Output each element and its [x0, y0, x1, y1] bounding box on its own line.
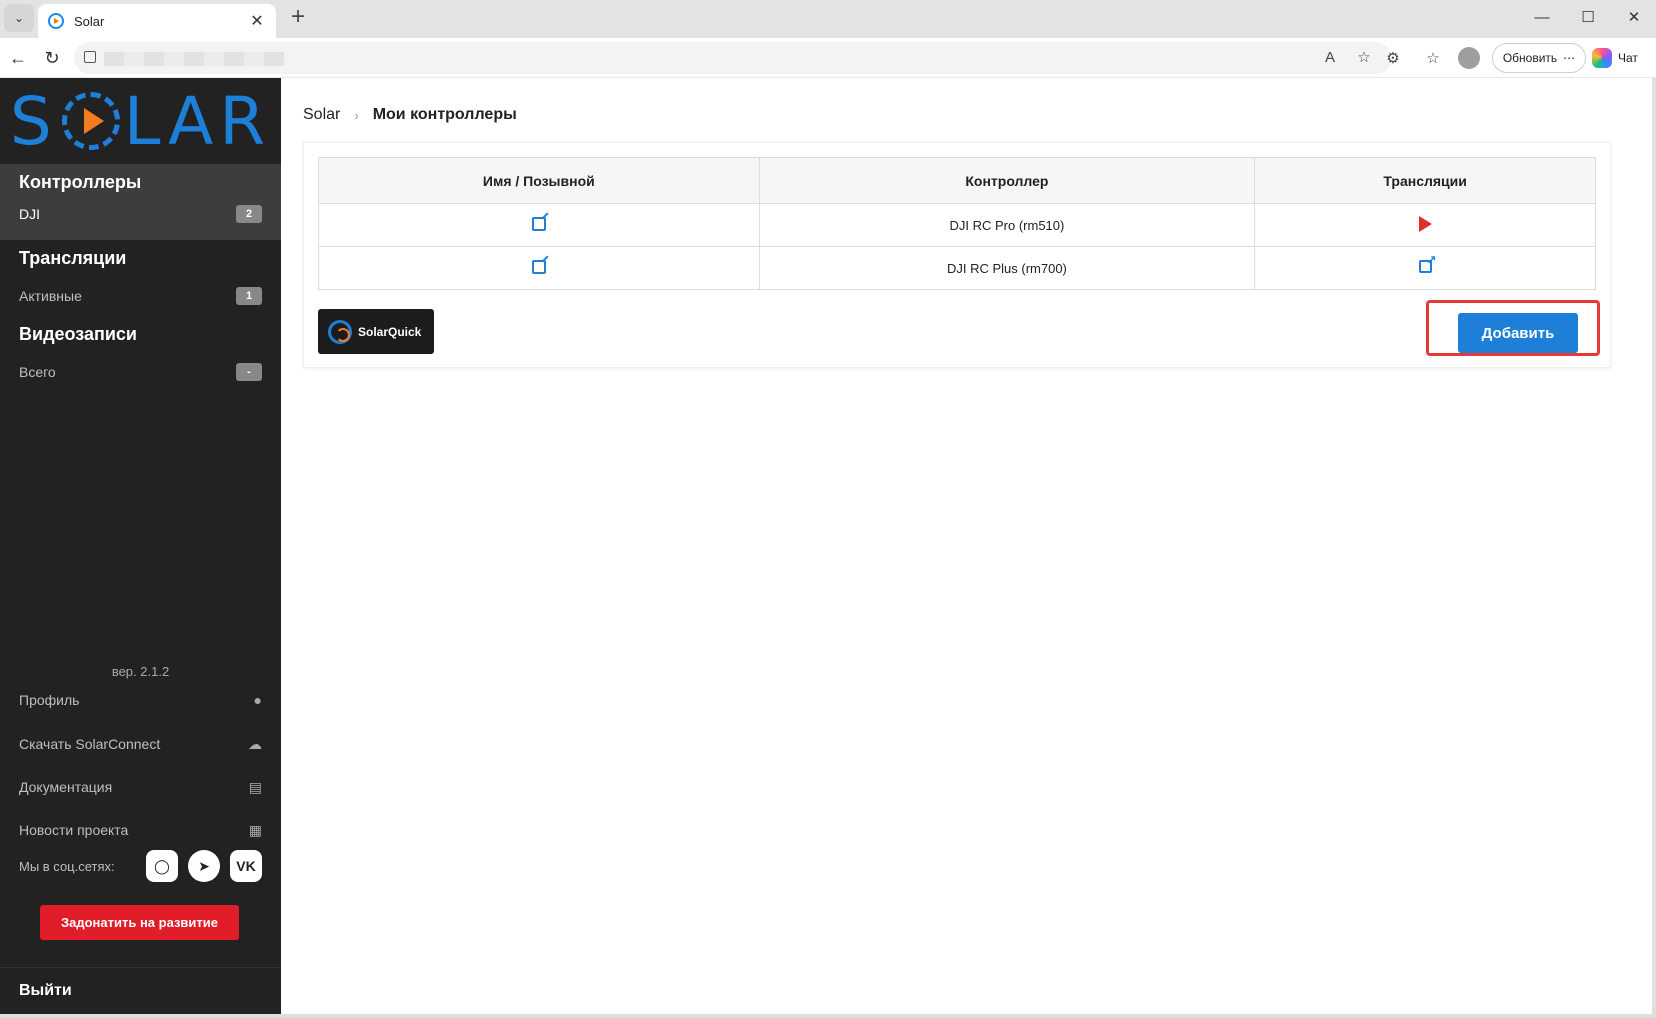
download-label: Скачать SolarConnect	[19, 736, 161, 752]
nav-heading-controllers[interactable]: Контроллеры	[0, 164, 281, 198]
table-cell-streams	[1254, 203, 1596, 247]
solar-logo[interactable]: S LAR	[0, 78, 281, 164]
table-cell-name	[318, 246, 760, 290]
sidebar-item-dji[interactable]: DJI 2	[0, 198, 281, 230]
docs-label: Документация	[19, 779, 113, 795]
sidebar-link-news[interactable]: Новости проекта ▦	[0, 820, 281, 840]
copilot-chat-button[interactable]: Чат	[1592, 43, 1652, 73]
table-cell-controller: DJI RC Pro (rm510)	[758, 203, 1256, 247]
tab-list-button[interactable]: ⌄	[4, 4, 34, 32]
column-header-streams: Трансляции	[1254, 157, 1596, 204]
read-aloud-icon[interactable]: A	[1320, 48, 1340, 68]
close-tab-icon[interactable]: ✕	[248, 11, 266, 31]
news-label: Новости проекта	[19, 822, 129, 838]
logo-play-icon	[61, 92, 120, 150]
count-badge: 1	[236, 287, 262, 305]
breadcrumb-root[interactable]: Solar	[303, 106, 340, 124]
column-header-controller: Контроллер	[758, 157, 1256, 204]
max-messenger-icon[interactable]: ◯	[146, 850, 178, 882]
external-link-icon[interactable]	[1418, 253, 1437, 273]
sidebar-item-label: Активные	[19, 288, 82, 304]
solarquick-label: SolarQuick	[358, 324, 422, 339]
sidebar-link-download[interactable]: Скачать SolarConnect ☁	[0, 734, 281, 754]
controllers-card: Имя / Позывной Контроллер Трансляции DJI…	[303, 142, 1611, 368]
breadcrumb: Solar › Мои контроллеры	[303, 106, 517, 124]
solarquick-button[interactable]: SolarQuick	[318, 309, 434, 354]
solar-favicon-icon	[48, 13, 64, 29]
update-button[interactable]: Обновить ⋯	[1492, 43, 1586, 73]
solarquick-logo-icon	[328, 319, 352, 344]
table-row: DJI RC Pro (rm510)	[318, 203, 1596, 247]
browser-tabstrip: ⌄ Solar ✕ + — ☐ ✕	[0, 0, 1656, 38]
nav-heading-recordings[interactable]: Видеозаписи	[0, 316, 281, 356]
back-arrow-icon[interactable]: ←	[4, 44, 32, 72]
favorites-list-icon[interactable]: ☆	[1422, 48, 1444, 70]
copilot-icon	[1592, 48, 1612, 68]
maximize-button[interactable]: ☐	[1570, 6, 1606, 30]
browser-toolbar: ← ↻ A ☆ ⚙ ☆ Обновить ⋯ Чат	[0, 38, 1656, 78]
count-badge: -	[236, 363, 262, 381]
sidebar-item-active[interactable]: Активные 1	[0, 280, 281, 312]
minimize-button[interactable]: —	[1524, 6, 1560, 30]
breadcrumb-current: Мои контроллеры	[372, 106, 517, 123]
nav-section-recordings: Видеозаписи Всего -	[0, 316, 281, 392]
column-header-name: Имя / Позывной	[318, 157, 760, 204]
divider	[0, 967, 281, 968]
logo-letters-lar: LAR	[123, 82, 272, 160]
chevron-down-icon: ⌄	[13, 11, 25, 25]
newspaper-icon: ▦	[248, 821, 262, 838]
count-badge: 2	[236, 205, 262, 223]
chevron-right-icon: ›	[354, 107, 359, 123]
sidebar: S LAR Контроллеры DJI 2 Трансляции Актив…	[0, 78, 281, 1014]
nav-heading-streams[interactable]: Трансляции	[0, 240, 281, 280]
url-text-blurred	[104, 52, 284, 66]
sidebar-item-label: DJI	[19, 206, 40, 222]
donate-button[interactable]: Задонатить на развитие	[40, 905, 239, 940]
new-tab-button[interactable]: +	[286, 5, 310, 30]
browser-tab[interactable]: Solar ✕	[38, 4, 276, 38]
profile-label: Профиль	[19, 692, 80, 708]
app-version: вер. 2.1.2	[111, 664, 170, 679]
tab-title: Solar	[74, 13, 105, 29]
logout-link[interactable]: Выйти	[19, 982, 72, 1000]
lock-icon	[84, 51, 96, 63]
add-controller-button[interactable]: Добавить	[1458, 313, 1578, 353]
sidebar-item-all[interactable]: Всего -	[0, 356, 281, 388]
social-label: Мы в соц.сетях:	[19, 858, 115, 874]
sidebar-link-profile[interactable]: Профиль ●	[0, 690, 281, 710]
telegram-icon[interactable]: ➤	[188, 850, 220, 882]
profile-avatar-icon[interactable]	[1458, 47, 1480, 69]
social-links: Мы в соц.сетях: ◯ ➤ VK	[0, 848, 281, 884]
table-row: DJI RC Plus (rm700)	[318, 246, 1596, 290]
cloud-download-icon: ☁	[248, 735, 262, 752]
table-cell-name	[318, 203, 760, 247]
sidebar-item-label: Всего	[19, 364, 56, 380]
nav-section-controllers: Контроллеры DJI 2	[0, 164, 281, 240]
user-icon: ●	[253, 692, 262, 708]
reload-icon[interactable]: ↻	[38, 44, 66, 72]
sidebar-link-docs[interactable]: Документация ▤	[0, 777, 281, 797]
nav-section-streams: Трансляции Активные 1	[0, 240, 281, 316]
extensions-icon[interactable]: ⚙	[1382, 48, 1404, 70]
table-header-row: Имя / Позывной Контроллер Трансляции	[318, 157, 1596, 204]
vk-icon[interactable]: VK	[230, 850, 262, 882]
edit-icon[interactable]	[531, 259, 546, 274]
play-icon[interactable]	[1418, 215, 1432, 232]
table-cell-controller: DJI RC Plus (rm700)	[758, 246, 1256, 290]
document-icon: ▤	[248, 778, 262, 795]
controllers-table: Имя / Позывной Контроллер Трансляции DJI…	[318, 157, 1596, 290]
edit-icon[interactable]	[531, 216, 546, 231]
favorite-star-icon[interactable]: ☆	[1354, 48, 1374, 68]
table-cell-streams	[1254, 246, 1596, 290]
update-label: Обновить	[1502, 51, 1558, 65]
window-close-button[interactable]: ✕	[1616, 6, 1652, 30]
main-content: Solar › Мои контроллеры Имя / Позывной К…	[281, 78, 1652, 1014]
address-bar[interactable]: A ☆	[74, 42, 1392, 74]
chat-label: Чат	[1618, 51, 1638, 65]
logo-letter-s: S	[9, 82, 58, 160]
more-icon: ⋯	[1563, 51, 1576, 65]
